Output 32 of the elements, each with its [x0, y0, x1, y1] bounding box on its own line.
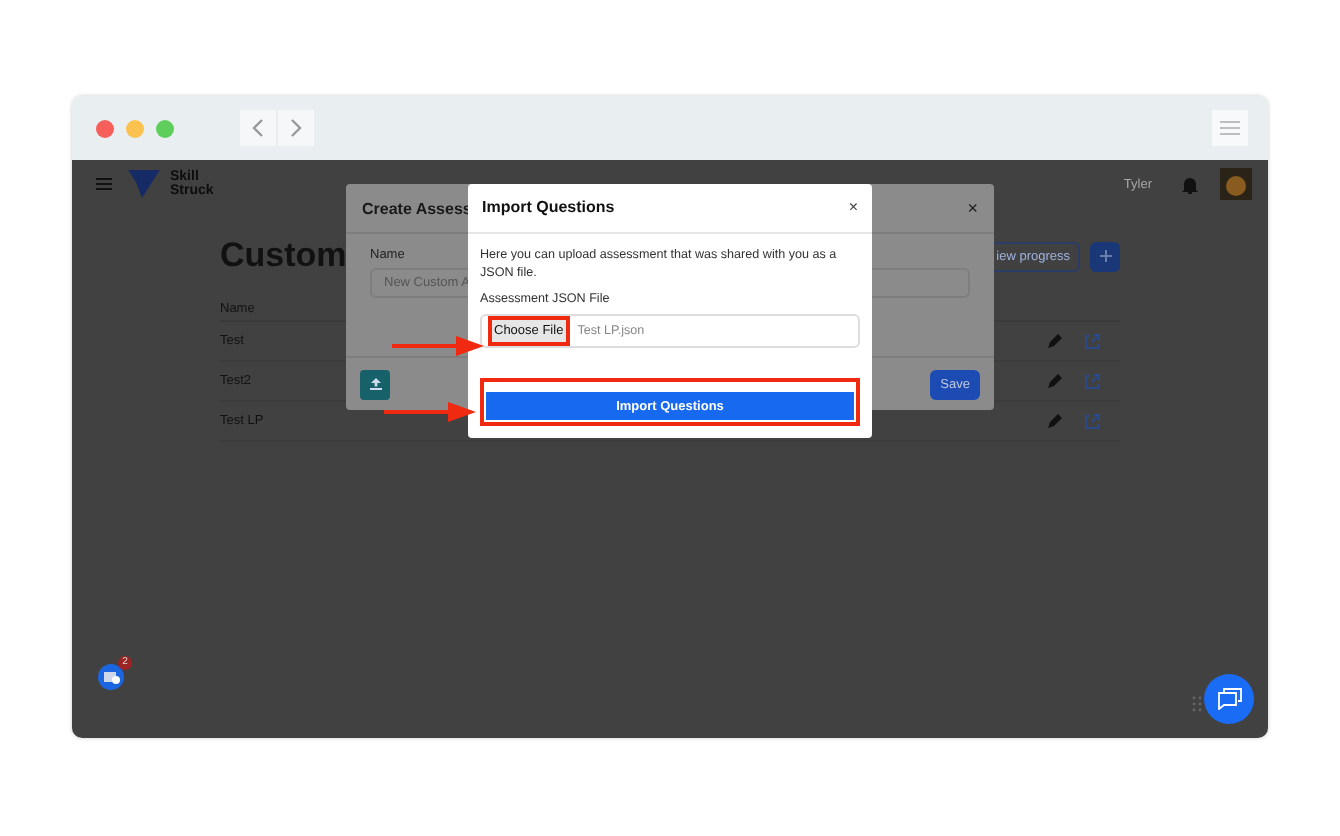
- close-button[interactable]: ×: [848, 198, 858, 217]
- pencil-icon[interactable]: [1048, 414, 1062, 428]
- logo-icon: [128, 170, 160, 198]
- close-window-button[interactable]: [96, 119, 114, 137]
- external-link-icon[interactable]: [1084, 373, 1100, 389]
- menu-icon[interactable]: [96, 178, 112, 190]
- chat-icon: [1217, 688, 1241, 710]
- bell-icon[interactable]: [1182, 175, 1198, 193]
- upload-icon: [369, 378, 381, 390]
- arrow: [392, 336, 484, 356]
- avatar[interactable]: [1220, 168, 1252, 200]
- external-link-icon[interactable]: [1084, 333, 1100, 349]
- pencil-icon[interactable]: [1048, 374, 1062, 388]
- upload-button[interactable]: [360, 369, 390, 399]
- chevron-right-icon: [288, 118, 304, 138]
- add-button[interactable]: [1090, 241, 1120, 271]
- modal-title: Import Questions: [482, 198, 615, 217]
- plus-icon: [1099, 250, 1111, 262]
- chevron-left-icon: [250, 118, 266, 138]
- pencil-icon[interactable]: [1048, 334, 1062, 348]
- sliders-icon: [1220, 120, 1240, 136]
- chat-button[interactable]: [1204, 674, 1254, 724]
- drag-handle-icon[interactable]: [1192, 696, 1202, 712]
- forward-button[interactable]: [278, 110, 314, 146]
- arrow: [384, 402, 476, 422]
- external-link-icon[interactable]: [1084, 413, 1100, 429]
- minimize-window-button[interactable]: [126, 119, 144, 137]
- camera-icon: [103, 670, 119, 684]
- menu-button[interactable]: [1212, 110, 1248, 146]
- maximize-window-button[interactable]: [156, 119, 174, 137]
- close-button[interactable]: ×: [967, 198, 978, 218]
- back-button[interactable]: [240, 110, 276, 146]
